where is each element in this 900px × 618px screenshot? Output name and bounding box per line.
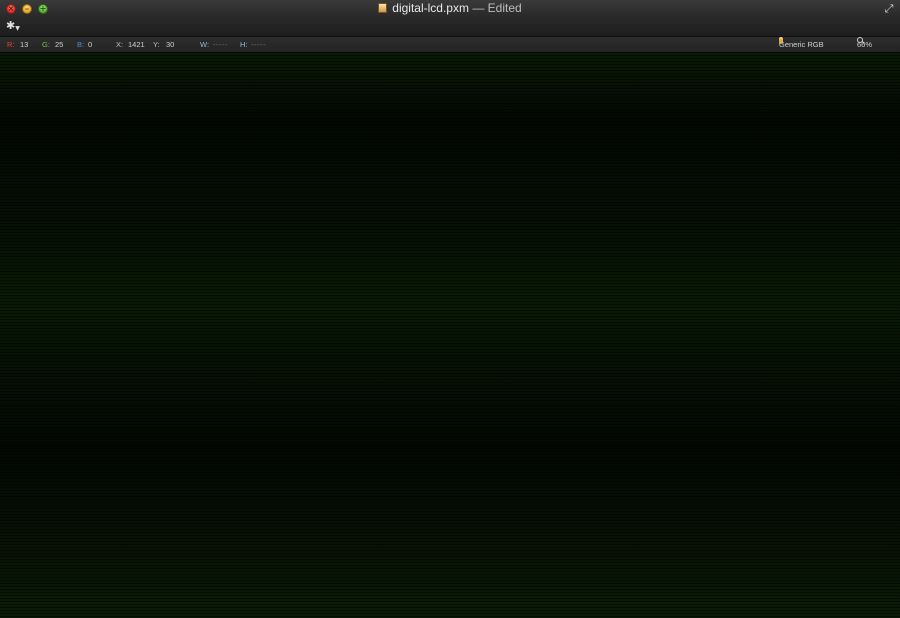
y-value: 30 [166,40,175,49]
app-window: × – + digital-lcd.pxm — Edited ⤢ ✱▼ R: 1… [0,0,900,618]
image-canvas[interactable] [0,53,900,618]
green-label: G: [42,40,50,49]
height-label: H: [240,40,248,49]
red-label: R: [7,40,15,49]
chevron-down-icon: ▼ [15,25,20,32]
height-value: ----- [251,40,266,49]
blue-value: 0 [88,40,93,49]
gear-menu-button[interactable]: ✱▼ [6,19,20,33]
gear-icon: ✱ [6,19,16,32]
color-profile-label: Generic RGB [779,40,824,49]
y-label: Y: [153,40,160,49]
pxm-document-icon[interactable] [378,3,388,13]
width-label: W: [200,40,210,49]
document-name: digital-lcd.pxm [392,1,469,15]
zoom-level-value: 66% [857,40,873,49]
x-value: 1421 [128,40,145,49]
width-value: ----- [213,40,228,49]
title-separator: — [472,1,485,15]
title-bar: × – + digital-lcd.pxm — Edited ⤢ ✱▼ [0,0,900,37]
green-value: 25 [55,40,64,49]
info-bar: R: 13 G: 25 B: 0 X: 1421 Y: 30 W: ----- … [0,37,900,53]
blue-label: B: [77,40,85,49]
window-title: digital-lcd.pxm — Edited [0,1,900,16]
red-value: 13 [20,40,29,49]
edited-status: Edited [487,1,522,15]
x-label: X: [116,40,124,49]
fullscreen-arrows-icon[interactable]: ⤢ [883,3,895,15]
